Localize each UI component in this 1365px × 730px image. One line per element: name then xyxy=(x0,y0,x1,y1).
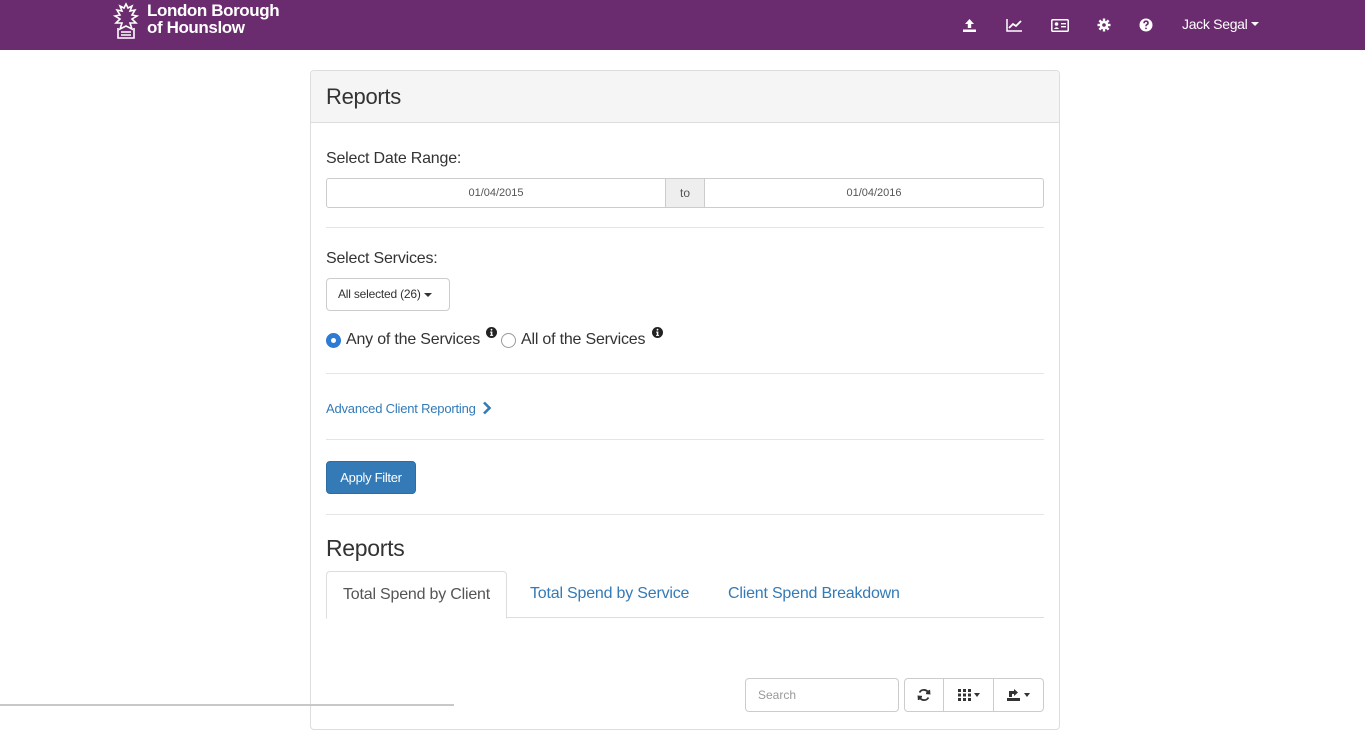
chevron-down-icon xyxy=(1024,693,1030,697)
divider xyxy=(326,514,1044,515)
chevron-down-icon xyxy=(1251,22,1260,27)
services-select-value: All selected (26) xyxy=(338,287,421,301)
brand-line-2: of Hounslow xyxy=(147,18,245,37)
services-select[interactable]: All selected (26) xyxy=(326,278,450,311)
refresh-icon xyxy=(917,689,931,701)
divider xyxy=(326,373,1044,374)
apply-filter-button[interactable]: Apply Filter xyxy=(326,461,416,494)
chevron-down-icon xyxy=(423,292,432,297)
top-navbar: London Borough of Hounslow Jack Segal xyxy=(0,0,1365,50)
upload-icon[interactable] xyxy=(958,14,980,36)
info-icon[interactable] xyxy=(652,327,663,338)
id-card-icon[interactable] xyxy=(1049,14,1071,36)
export-button[interactable] xyxy=(993,678,1044,712)
gear-icon[interactable] xyxy=(1093,14,1115,36)
brand-line-1: London Borough xyxy=(147,1,280,20)
tab-total-spend-by-service[interactable]: Total Spend by Service xyxy=(514,571,705,618)
table-toolbar xyxy=(904,678,1044,712)
user-name: Jack Segal xyxy=(1182,16,1248,32)
columns-button[interactable] xyxy=(943,678,994,712)
line-chart-icon[interactable] xyxy=(1003,14,1025,36)
radio-all-services[interactable] xyxy=(501,333,516,348)
reports-heading: Reports xyxy=(326,535,405,561)
date-range-group: 01/04/2015 to 01/04/2016 xyxy=(326,178,1044,208)
radio-any-services[interactable] xyxy=(326,333,341,348)
chevron-right-icon[interactable] xyxy=(482,401,492,415)
date-to-input[interactable]: 01/04/2016 xyxy=(704,178,1044,208)
chevron-down-icon xyxy=(973,693,980,697)
advanced-client-reporting-link[interactable]: Advanced Client Reporting xyxy=(326,401,476,416)
columns-grid-icon xyxy=(957,689,971,701)
services-label: Select Services: xyxy=(326,250,438,267)
panel-title: Reports xyxy=(326,84,401,109)
panel-heading: Reports xyxy=(311,71,1059,123)
date-from-input[interactable]: 01/04/2015 xyxy=(326,178,666,208)
user-menu[interactable]: Jack Segal xyxy=(1182,16,1260,32)
radio-all-label[interactable]: All of the Services xyxy=(521,331,645,349)
crest-icon xyxy=(112,2,140,39)
refresh-button[interactable] xyxy=(904,678,944,712)
radio-any-label[interactable]: Any of the Services xyxy=(346,331,480,349)
divider xyxy=(326,227,1044,228)
report-tabs: Total Spend by Client Total Spend by Ser… xyxy=(326,571,1044,619)
date-range-label: Select Date Range: xyxy=(326,150,462,167)
reports-panel: Reports Select Date Range: 01/04/2015 to… xyxy=(310,70,1060,730)
table-search-input[interactable]: Search xyxy=(745,678,899,712)
brand-logo[interactable]: London Borough of Hounslow xyxy=(108,1,280,42)
info-icon[interactable] xyxy=(486,327,497,338)
date-separator: to xyxy=(666,178,704,208)
export-icon xyxy=(1007,688,1020,701)
tab-total-spend-by-client[interactable]: Total Spend by Client xyxy=(326,571,508,619)
divider xyxy=(326,439,1044,440)
question-icon[interactable] xyxy=(1135,14,1157,36)
tab-client-spend-breakdown[interactable]: Client Spend Breakdown xyxy=(712,571,916,618)
